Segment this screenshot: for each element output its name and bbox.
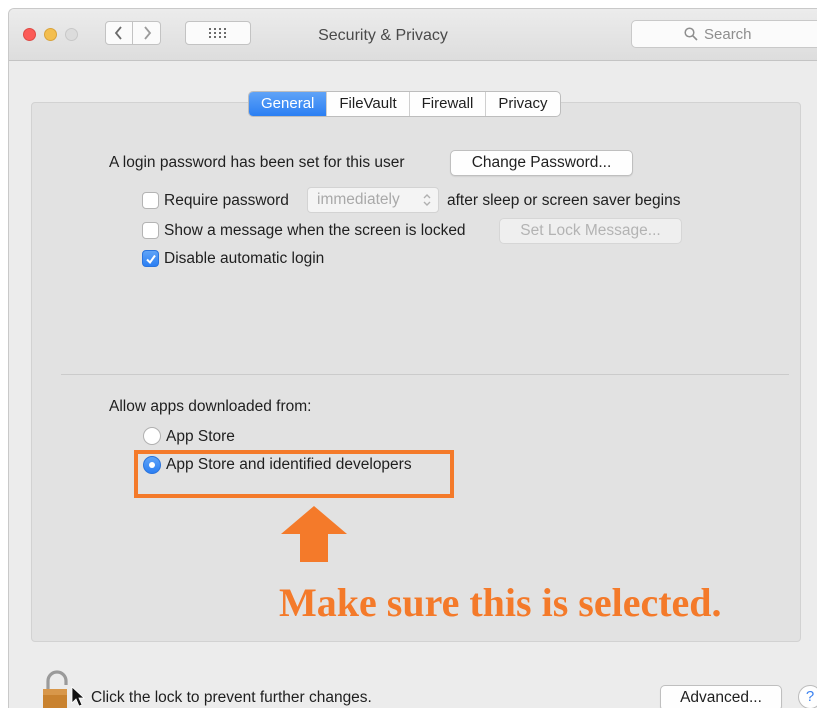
help-button[interactable]: ? — [798, 685, 817, 708]
section-divider — [61, 374, 789, 375]
preferences-window: Security & Privacy Search General FileVa… — [8, 8, 817, 708]
allow-apps-heading: Allow apps downloaded from: — [109, 398, 312, 415]
set-lock-message-button[interactable]: Set Lock Message... — [499, 218, 682, 244]
search-icon — [684, 27, 698, 41]
instruction-annotation: Make sure this is selected. — [279, 580, 722, 625]
radio-app-store-identified-developers[interactable] — [143, 456, 161, 474]
lock-icon[interactable] — [39, 669, 87, 708]
tab-filevault[interactable]: FileVault — [326, 92, 408, 116]
disable-automatic-login-label: Disable automatic login — [164, 250, 325, 267]
tab-privacy[interactable]: Privacy — [485, 92, 559, 116]
radio-app-store[interactable] — [143, 427, 161, 445]
advanced-button[interactable]: Advanced... — [660, 685, 782, 708]
disable-automatic-login-checkbox[interactable] — [142, 250, 159, 267]
tab-firewall[interactable]: Firewall — [408, 92, 486, 116]
title-bar: Security & Privacy Search — [9, 9, 817, 61]
search-field[interactable]: Search — [631, 20, 817, 48]
require-password-suffix: after sleep or screen saver begins — [447, 192, 681, 209]
change-password-button[interactable]: Change Password... — [450, 150, 633, 176]
require-password-delay-select[interactable]: immediately — [307, 187, 439, 213]
require-password-label: Require password — [164, 192, 289, 209]
checkmark-icon — [146, 254, 156, 265]
up-arrow-icon — [281, 506, 347, 562]
login-password-text: A login password has been set for this u… — [109, 154, 405, 171]
search-placeholder: Search — [704, 25, 752, 43]
radio-app-store-label: App Store — [166, 428, 235, 445]
general-panel — [31, 102, 801, 642]
show-message-label: Show a message when the screen is locked — [164, 222, 466, 239]
lock-status-text: Click the lock to prevent further change… — [91, 689, 372, 706]
require-password-checkbox[interactable] — [142, 192, 159, 209]
chevron-up-down-icon — [423, 194, 431, 206]
tab-bar: General FileVault Firewall Privacy — [248, 91, 561, 117]
require-password-delay-value: immediately — [317, 191, 400, 208]
tab-general[interactable]: General — [249, 92, 327, 116]
show-message-checkbox[interactable] — [142, 222, 159, 239]
radio-app-store-identified-developers-label: App Store and identified developers — [166, 456, 412, 473]
